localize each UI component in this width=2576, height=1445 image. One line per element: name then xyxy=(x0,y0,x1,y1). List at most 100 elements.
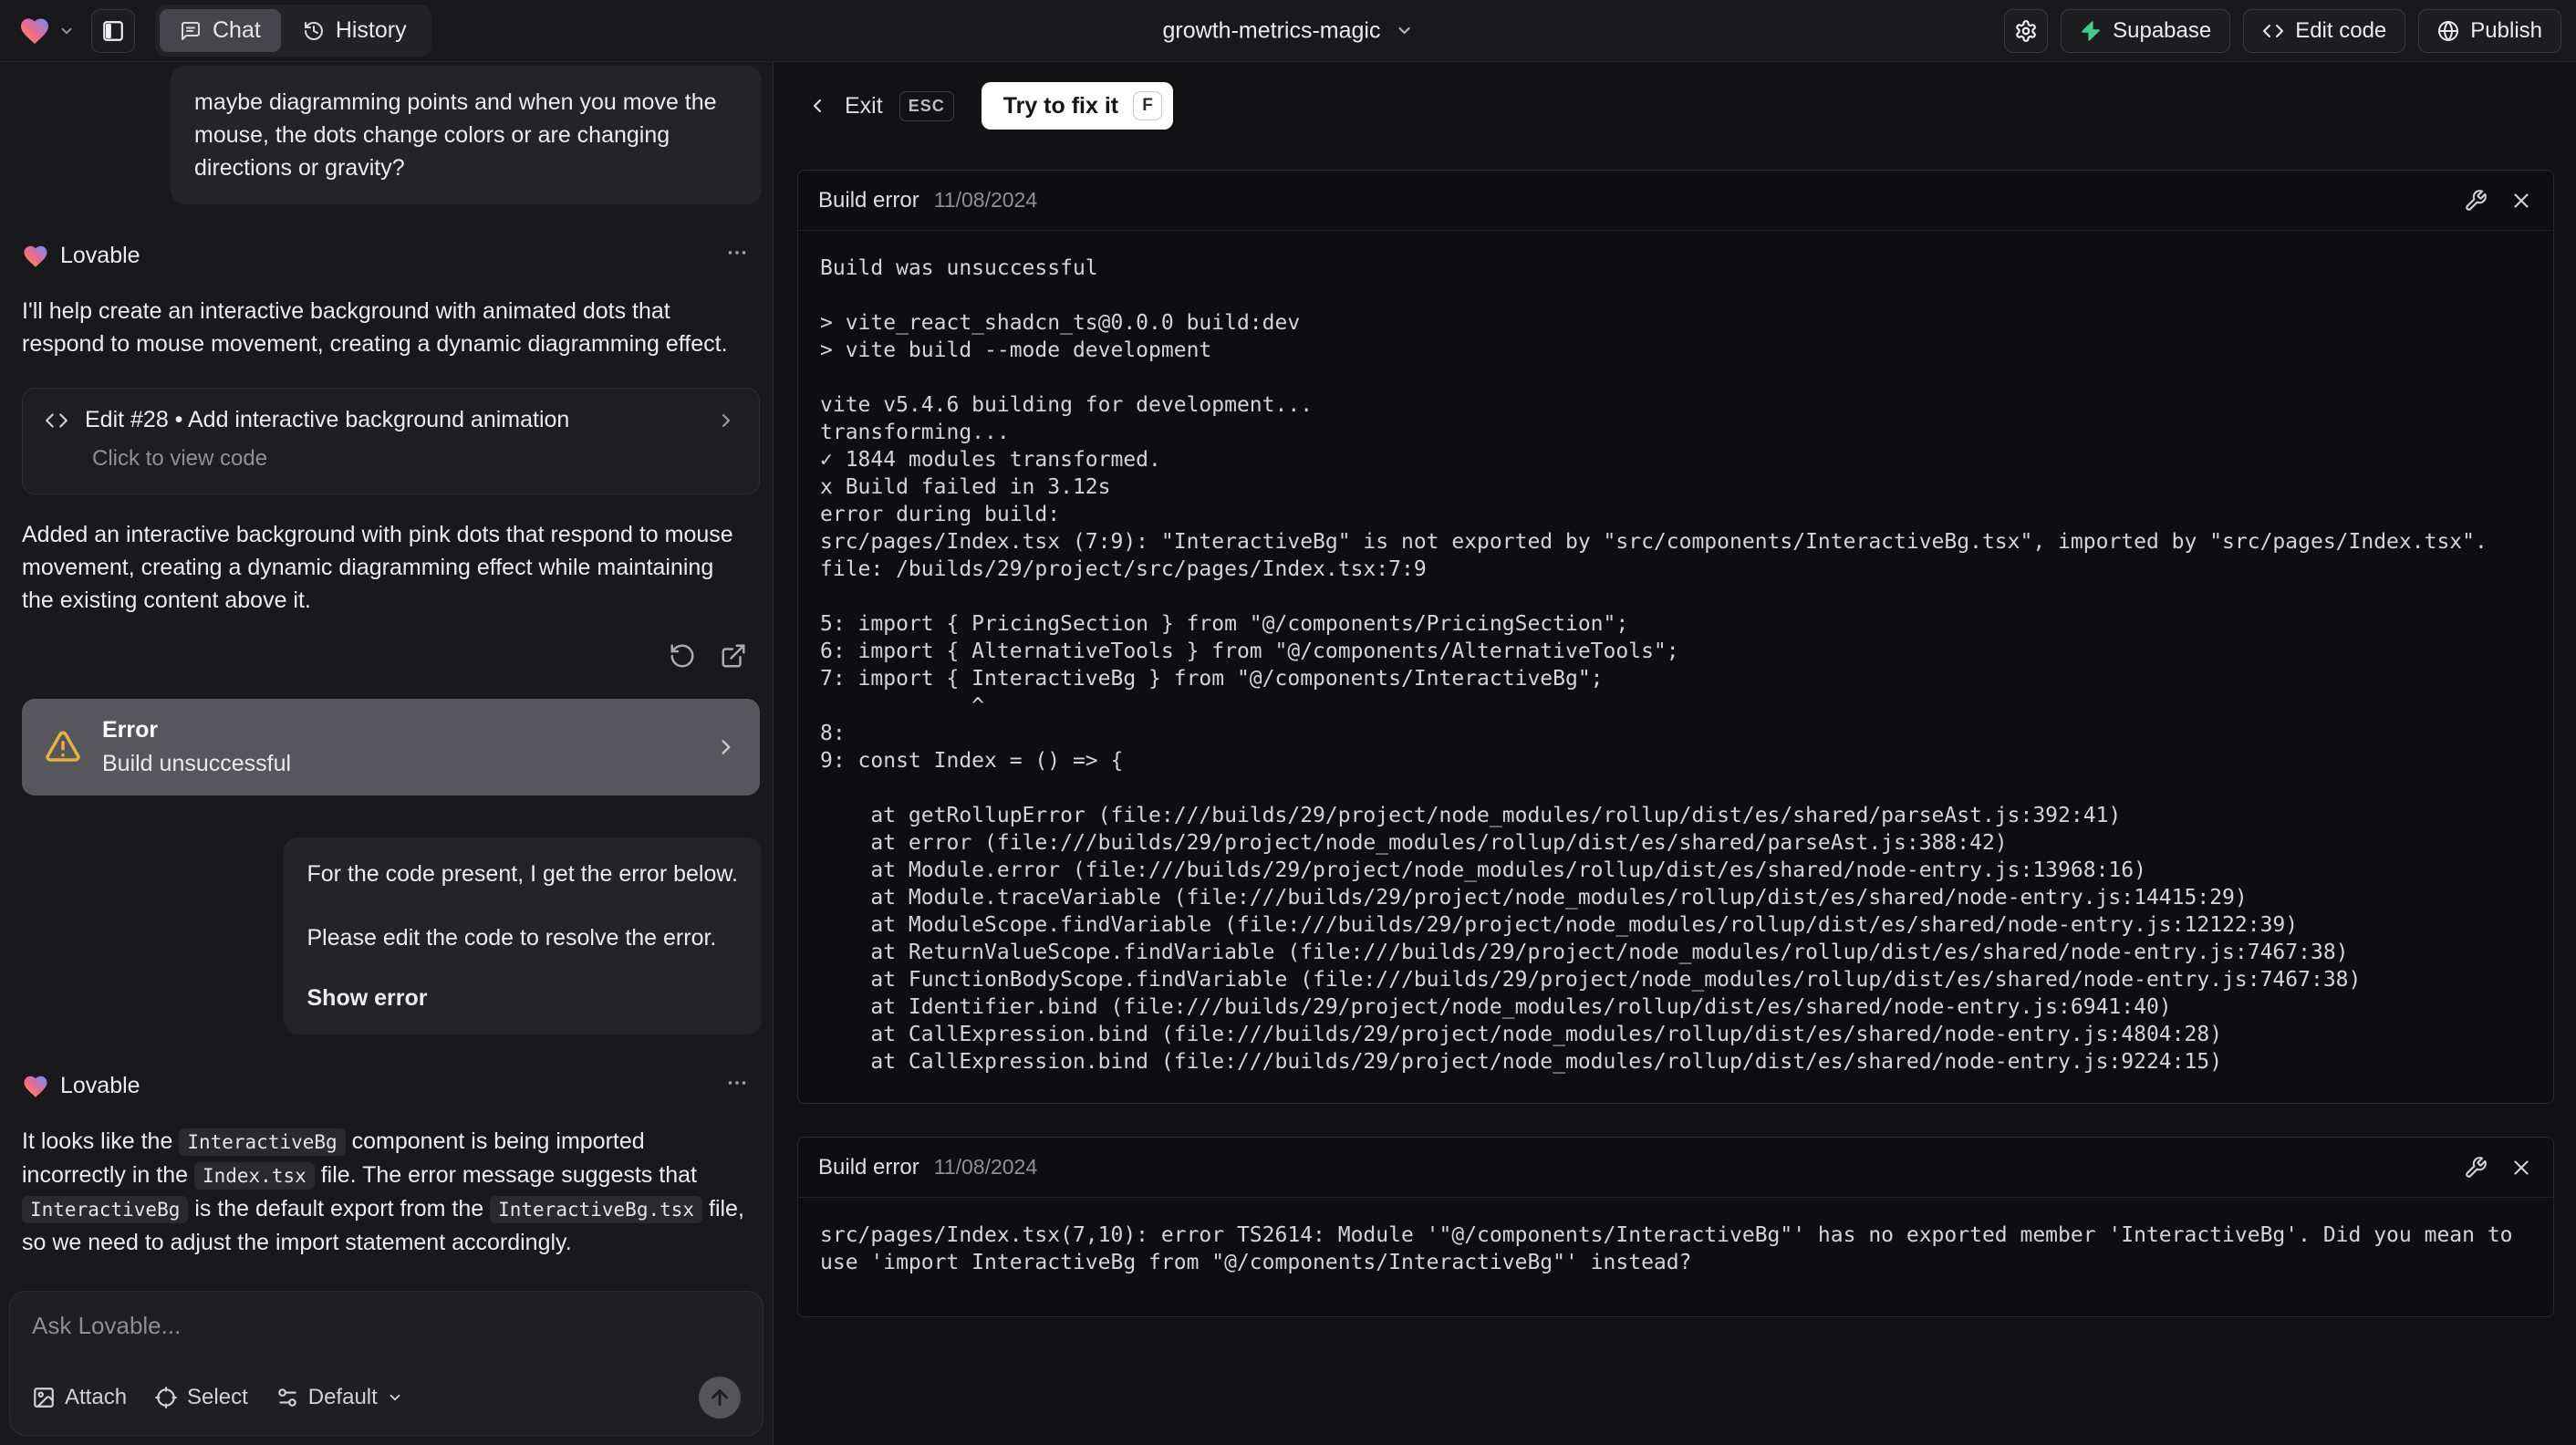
chevron-down-icon xyxy=(61,27,72,34)
user-message-text: For the code present, I get the error be… xyxy=(306,861,739,887)
lovable-heart-icon xyxy=(21,18,48,44)
ellipsis-icon xyxy=(728,251,746,255)
edit-code-label: Edit code xyxy=(2295,17,2387,43)
esc-key-badge: ESC xyxy=(898,90,954,121)
message-menu-button[interactable] xyxy=(725,241,749,271)
assistant-header: Lovable xyxy=(22,1071,762,1101)
build-error-title: Build error xyxy=(818,1154,919,1180)
chat-panel: maybe diagramming points and when you mo… xyxy=(0,62,774,1445)
build-error-log[interactable]: src/pages/Index.tsx(7,10): error TS2614:… xyxy=(798,1198,2553,1316)
try-to-fix-label: Try to fix it xyxy=(1002,92,1119,119)
close-x-icon xyxy=(2514,1159,2529,1175)
assistant-name: Lovable xyxy=(60,243,140,268)
assistant-text: I'll help create an interactive backgrou… xyxy=(22,298,728,357)
chat-input[interactable] xyxy=(32,1312,741,1359)
build-error-date: 11/08/2024 xyxy=(933,188,1038,212)
chevron-down-icon xyxy=(390,1394,400,1401)
edit-card-title: Edit #28 • Add interactive background an… xyxy=(85,407,570,432)
fix-with-ai-button[interactable] xyxy=(2464,189,2488,213)
exit-label: Exit xyxy=(845,92,883,119)
restore-button[interactable] xyxy=(669,642,696,670)
chevron-left-icon xyxy=(813,99,822,113)
edit-card-subtitle: Click to view code xyxy=(92,446,268,471)
build-error-panel-2: Build error 11/08/2024 src/pages/Index.t… xyxy=(797,1137,2554,1317)
try-to-fix-button[interactable]: Try to fix it F xyxy=(981,82,1174,130)
project-switcher[interactable]: growth-metrics-magic xyxy=(1163,17,1414,44)
error-overlay-panel: Exit ESC Try to fix it F Build error 11/… xyxy=(774,62,2576,1445)
select-element-button[interactable]: Select xyxy=(154,1385,248,1410)
supabase-button[interactable]: Supabase xyxy=(2061,8,2231,53)
error-card-subtitle: Build unsuccessful xyxy=(102,751,292,776)
arrow-up-send-icon xyxy=(712,1389,728,1406)
chevron-right-icon xyxy=(722,413,731,427)
chat-bubble-icon xyxy=(182,21,200,40)
assistant-header: Lovable xyxy=(22,241,762,271)
f-key-badge: F xyxy=(1133,91,1163,120)
wrench-icon xyxy=(2466,1156,2487,1178)
mode-label: Default xyxy=(307,1385,378,1409)
project-name: growth-metrics-magic xyxy=(1162,17,1381,43)
publish-button[interactable]: Publish xyxy=(2418,8,2561,53)
open-preview-button[interactable] xyxy=(720,642,747,670)
close-x-icon xyxy=(2514,192,2529,208)
settings-button[interactable] xyxy=(2004,8,2049,53)
sidebar-toggle-button[interactable] xyxy=(91,8,135,53)
chevron-down-icon xyxy=(1398,26,1410,35)
chevron-right-icon xyxy=(722,740,731,754)
image-attach-icon xyxy=(34,1388,54,1408)
tab-chat-label: Chat xyxy=(213,17,261,43)
user-message: For the code present, I get the error be… xyxy=(283,837,762,1034)
publish-label: Publish xyxy=(2470,17,2542,43)
lovable-logo-menu[interactable] xyxy=(15,11,78,51)
message-actions xyxy=(13,642,747,670)
lovable-app: Chat History growth-metrics-magic Supaba… xyxy=(0,0,2576,1445)
code-brackets-icon xyxy=(2263,24,2284,37)
top-bar: Chat History growth-metrics-magic Supaba… xyxy=(0,0,2576,62)
globe-icon xyxy=(2438,20,2459,41)
close-error-button[interactable] xyxy=(2509,1156,2533,1180)
edit-code-button[interactable]: Edit code xyxy=(2243,8,2406,53)
external-link-icon xyxy=(722,644,745,668)
sliders-icon xyxy=(278,1388,296,1407)
select-label: Select xyxy=(187,1385,248,1409)
tab-history[interactable]: History xyxy=(283,9,427,52)
build-error-card[interactable]: Error Build unsuccessful xyxy=(22,699,760,795)
lovable-heart-icon xyxy=(24,1076,47,1097)
tab-chat[interactable]: Chat xyxy=(160,9,281,52)
chat-history-tabs: Chat History xyxy=(155,5,431,57)
supabase-label: Supabase xyxy=(2113,17,2212,43)
chat-composer: Attach Select Default xyxy=(9,1291,763,1436)
lovable-heart-icon xyxy=(24,245,47,267)
gear-icon xyxy=(2016,19,2036,42)
warning-triangle-icon xyxy=(46,731,80,762)
close-error-button[interactable] xyxy=(2509,189,2533,213)
restore-icon xyxy=(670,644,694,668)
exit-button[interactable]: Exit ESC xyxy=(806,90,954,121)
sidebar-toggle-icon xyxy=(103,20,123,41)
ellipsis-icon xyxy=(728,1081,746,1085)
build-error-panel-1: Build error 11/08/2024 Build was unsucce… xyxy=(797,170,2554,1104)
attach-button[interactable]: Attach xyxy=(32,1385,127,1410)
chat-message-list[interactable]: maybe diagramming points and when you mo… xyxy=(0,62,773,1284)
code-brackets-icon xyxy=(46,412,68,428)
tab-history-label: History xyxy=(335,17,407,43)
user-message: maybe diagramming points and when you mo… xyxy=(171,66,762,204)
attach-label: Attach xyxy=(65,1385,128,1409)
send-button[interactable] xyxy=(699,1377,741,1419)
error-card-title: Error xyxy=(102,717,159,743)
assistant-text: Added an interactive background with pin… xyxy=(22,522,733,613)
fix-with-ai-button[interactable] xyxy=(2464,1156,2488,1180)
show-error-link[interactable]: Show error xyxy=(307,982,739,1014)
build-error-date: 11/08/2024 xyxy=(933,1155,1038,1179)
user-message-text: maybe diagramming points and when you mo… xyxy=(194,89,717,181)
build-error-title: Build error xyxy=(818,187,919,213)
build-error-log[interactable]: Build was unsuccessful > vite_react_shad… xyxy=(798,231,2553,1103)
mode-selector[interactable]: Default xyxy=(275,1385,403,1410)
user-message-text: Please edit the code to resolve the erro… xyxy=(306,925,717,951)
supabase-bolt-icon xyxy=(2082,20,2101,41)
assistant-text: It looks like the InteractiveBg componen… xyxy=(22,1128,744,1255)
assistant-name: Lovable xyxy=(60,1073,140,1098)
edit-card-28[interactable]: Edit #28 • Add interactive background an… xyxy=(22,388,760,494)
message-menu-button[interactable] xyxy=(725,1071,749,1101)
wrench-icon xyxy=(2466,189,2487,211)
